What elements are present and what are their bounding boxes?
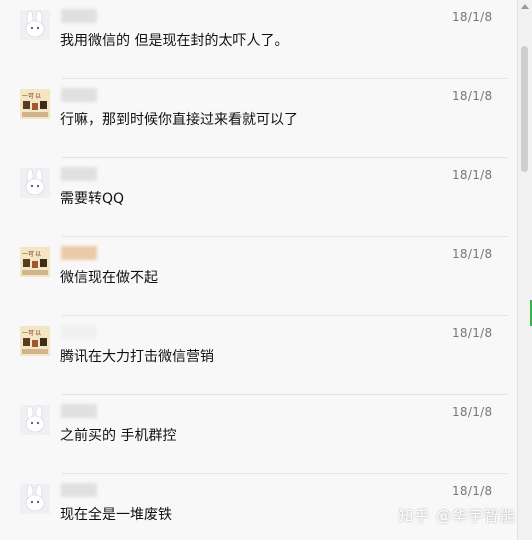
message-text: 我用微信的 但是现在封的太吓人了。 [60,33,289,49]
sender-name-redacted [61,167,97,181]
message-row: 一可以 18/1/8 微信现在做不起 [0,237,518,316]
photo-avatar-icon[interactable]: 一可以 [20,89,50,119]
message-text: 行嘛，那到时候你直接过来看就可以了 [60,112,298,128]
vertical-scrollbar[interactable] [517,0,532,540]
message-text: 微信现在做不起 [60,270,158,286]
svg-text:一可: 一可 [22,251,34,258]
sender-name-redacted [61,246,97,260]
sender-name-redacted [61,9,97,23]
bunny-avatar-icon[interactable] [20,405,50,435]
sender-name-redacted [61,88,97,102]
message-time: 18/1/8 [452,89,493,103]
photo-avatar-icon[interactable]: 一可以 [20,326,50,356]
sender-name-redacted [61,325,97,339]
message-time: 18/1/8 [452,168,493,182]
svg-text:一可: 一可 [22,330,34,337]
message-text: 之前买的 手机群控 [60,428,177,444]
scrollbar-thumb[interactable] [521,46,528,172]
watermark: 知乎 @华宇智能 [398,507,516,525]
sender-name-redacted [61,483,97,497]
bunny-avatar-icon[interactable] [20,484,50,514]
message-row: 18/1/8 需要转QQ [0,158,518,237]
bunny-avatar-icon[interactable] [20,168,50,198]
message-text: 现在全是一堆废铁 [60,507,172,523]
message-time: 18/1/8 [452,10,493,24]
message-time: 18/1/8 [452,405,493,419]
message-time: 18/1/8 [452,484,493,498]
svg-text:以: 以 [35,330,41,337]
message-row: 一可以 18/1/8 腾讯在大力打击微信营销 [0,316,518,395]
svg-text:以: 以 [35,93,41,100]
photo-avatar-icon[interactable]: 一可以 [20,247,50,277]
message-row: 一可以 18/1/8 行嘛，那到时候你直接过来看就可以了 [0,79,518,158]
message-time: 18/1/8 [452,247,493,261]
scroll-up-arrow-icon[interactable] [521,4,529,9]
sender-name-redacted [61,404,97,418]
svg-text:一可: 一可 [22,93,34,100]
message-row: 18/1/8 我用微信的 但是现在封的太吓人了。 [0,0,518,79]
message-text: 需要转QQ [60,191,125,207]
bunny-avatar-icon[interactable] [20,10,50,40]
chat-history-panel: 18/1/8 我用微信的 但是现在封的太吓人了。 一可以 18/1/8 行嘛，那… [0,0,518,540]
message-time: 18/1/8 [452,326,493,340]
message-row: 18/1/8 之前买的 手机群控 [0,395,518,474]
message-text: 腾讯在大力打击微信营销 [60,349,214,365]
svg-text:以: 以 [35,251,41,258]
